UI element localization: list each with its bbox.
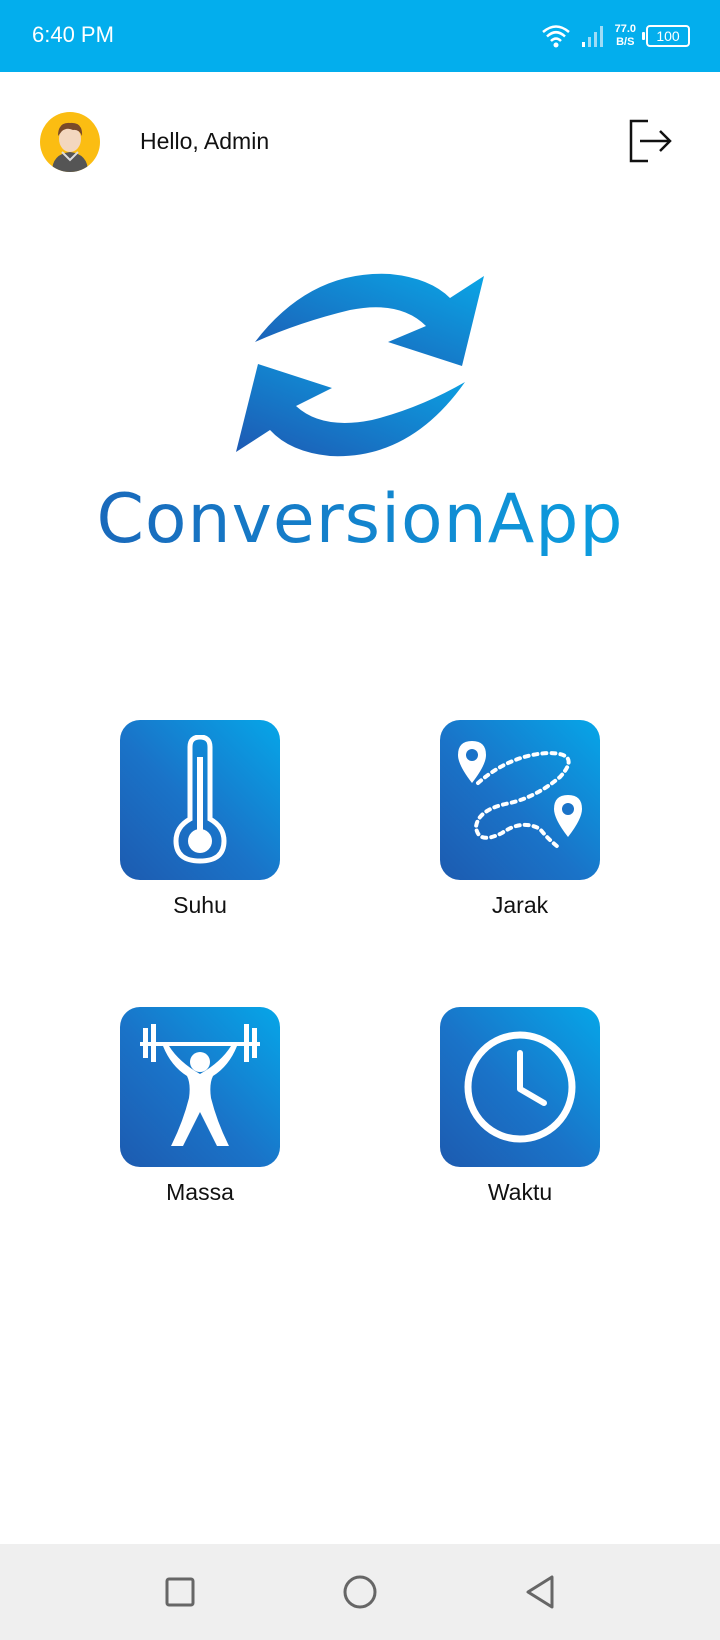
circle-icon [343, 1575, 377, 1609]
menu-label-massa: Massa [166, 1179, 234, 1205]
route-map-icon [458, 741, 582, 849]
user-avatar-icon [52, 122, 88, 172]
status-bar: 6:40 PM 77.0 B/S 100 [0, 0, 720, 72]
network-speed-unit: B/S [616, 36, 635, 48]
menu-item-massa[interactable]: Massa [120, 1007, 280, 1206]
tile-icon-waktu[interactable] [440, 1007, 600, 1167]
menu-label-jarak: Jarak [491, 892, 549, 918]
menu-label-waktu: Waktu [487, 1179, 553, 1205]
signal-icon [581, 26, 603, 47]
greeting-text: Hello, Admin [140, 128, 270, 154]
status-icons: 77.0 B/S 100 [541, 18, 690, 54]
recent-apps-button[interactable] [160, 1572, 200, 1612]
refresh-arrows-icon [236, 273, 484, 457]
clock-icon [464, 1031, 576, 1143]
logout-button[interactable] [626, 116, 676, 166]
wifi-icon [541, 25, 570, 48]
menu-item-suhu[interactable]: Suhu [120, 720, 280, 919]
logout-icon [629, 119, 672, 163]
weightlifter-icon [140, 1024, 260, 1146]
menu-label-suhu: Suhu [173, 892, 227, 918]
square-icon [165, 1577, 195, 1607]
app-name: ConversionApp [0, 480, 720, 559]
tile-icon-jarak[interactable] [440, 720, 600, 880]
tile-icon-suhu[interactable] [120, 720, 280, 880]
back-button[interactable] [520, 1572, 560, 1612]
battery-indicator: 100 [642, 25, 690, 47]
avatar[interactable] [40, 112, 100, 172]
thermometer-icon [173, 735, 227, 864]
system-nav-bar [0, 1544, 720, 1640]
network-speed-value: 77.0 [614, 23, 636, 35]
network-speed: 77.0 B/S [615, 23, 636, 49]
menu-item-waktu[interactable]: Waktu [440, 1007, 600, 1206]
app-logo [230, 270, 490, 460]
triangle-back-icon [526, 1575, 554, 1609]
status-time: 6:40 PM [32, 22, 114, 47]
tile-icon-massa[interactable] [120, 1007, 280, 1167]
home-button[interactable] [340, 1572, 380, 1612]
menu-item-jarak[interactable]: Jarak [440, 720, 600, 919]
